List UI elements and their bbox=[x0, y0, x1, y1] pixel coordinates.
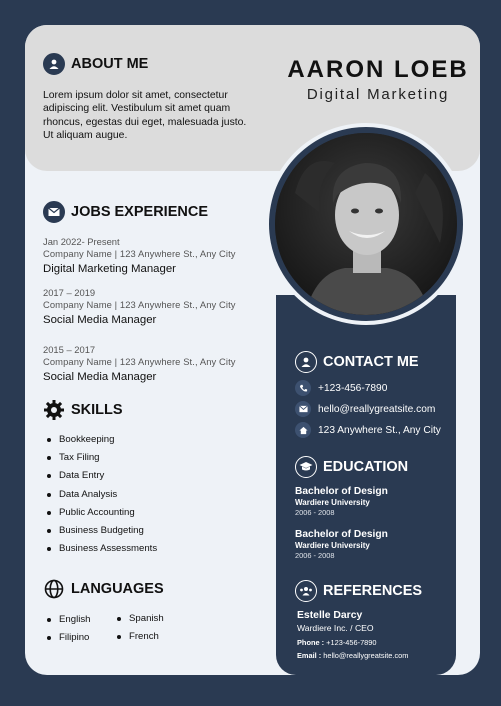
reference-phone: +123-456-7890 bbox=[326, 638, 377, 647]
list-item: Data Entry bbox=[44, 470, 157, 488]
reference-email-row: Email : hello@reallygreatsite.com bbox=[297, 651, 408, 660]
education-degree: Bachelor of Design bbox=[295, 529, 388, 540]
job-date: 2017 – 2019 bbox=[43, 287, 96, 298]
languages-list-right: Spanish French bbox=[114, 613, 164, 649]
education-heading: EDUCATION bbox=[295, 456, 408, 478]
languages-heading-label: LANGUAGES bbox=[71, 581, 164, 597]
about-heading: ABOUT ME bbox=[43, 53, 148, 75]
job-date: 2015 – 2017 bbox=[43, 344, 96, 355]
user-icon bbox=[295, 351, 317, 373]
job-title: Digital Marketing Manager bbox=[43, 263, 176, 275]
list-item: Business Assessments bbox=[44, 543, 157, 561]
job-company: Company Name | 123 Anywhere St., Any Cit… bbox=[43, 356, 236, 367]
reference-name: Estelle Darcy bbox=[297, 610, 363, 621]
education-entry: Bachelor of Design Wardiere University 2… bbox=[295, 486, 388, 517]
about-heading-label: ABOUT ME bbox=[71, 56, 149, 72]
education-years: 2006 - 2008 bbox=[295, 551, 335, 560]
contact-email-text[interactable]: hello@reallygreatsite.com bbox=[318, 404, 435, 415]
reference-org: Wardiere Inc. / CEO bbox=[297, 623, 374, 633]
mail-icon bbox=[295, 401, 311, 417]
list-item: French bbox=[114, 631, 164, 649]
education-school: Wardiere University bbox=[295, 498, 370, 507]
list-item: Data Analysis bbox=[44, 489, 157, 507]
skills-list: Bookkeeping Tax Filing Data Entry Data A… bbox=[44, 434, 157, 561]
skills-heading: SKILLS bbox=[43, 399, 123, 421]
job-entry: 2017 – 2019 Company Name | 123 Anywhere … bbox=[43, 287, 263, 326]
user-icon bbox=[43, 53, 65, 75]
jobs-heading-label: JOBS EXPERIENCE bbox=[71, 204, 208, 220]
contact-phone: +123-456-7890 bbox=[295, 380, 387, 396]
list-item: Business Budgeting bbox=[44, 525, 157, 543]
profile-photo bbox=[275, 133, 457, 315]
jobs-heading: JOBS EXPERIENCE bbox=[43, 201, 208, 223]
reference-email[interactable]: hello@reallygreatsite.com bbox=[323, 651, 408, 660]
home-icon bbox=[295, 422, 311, 438]
job-entry: Jan 2022- Present Company Name | 123 Any… bbox=[43, 236, 263, 275]
job-company: Company Name | 123 Anywhere St., Any Cit… bbox=[43, 248, 236, 259]
list-item: English bbox=[44, 614, 90, 632]
job-title: Social Media Manager bbox=[43, 371, 157, 383]
mail-icon bbox=[43, 201, 65, 223]
education-degree: Bachelor of Design bbox=[295, 486, 388, 497]
group-icon bbox=[295, 580, 317, 602]
resume-card: AARON LOEB Digital Marketing ABOUT ME Lo… bbox=[25, 25, 480, 675]
skills-heading-label: SKILLS bbox=[71, 402, 123, 418]
job-entry: 2015 – 2017 Company Name | 123 Anywhere … bbox=[43, 344, 263, 383]
graduation-cap-icon bbox=[295, 456, 317, 478]
list-item: Tax Filing bbox=[44, 452, 157, 470]
references-heading: REFERENCES bbox=[295, 580, 422, 602]
contact-email: hello@reallygreatsite.com bbox=[295, 401, 435, 417]
contact-address: 123 Anywhere St., Any City bbox=[295, 422, 441, 438]
education-years: 2006 - 2008 bbox=[295, 508, 335, 517]
list-item: Bookkeeping bbox=[44, 434, 157, 452]
reference-entry: Estelle Darcy Wardiere Inc. / CEO Phone … bbox=[297, 610, 408, 660]
contact-heading: CONTACT ME bbox=[295, 351, 419, 373]
candidate-name: AARON LOEB bbox=[287, 56, 469, 83]
job-company: Company Name | 123 Anywhere St., Any Cit… bbox=[43, 299, 236, 310]
education-entry: Bachelor of Design Wardiere University 2… bbox=[295, 529, 388, 560]
contact-address-text: 123 Anywhere St., Any City bbox=[318, 424, 441, 436]
about-text: Lorem ipsum dolor sit amet, consectetur … bbox=[43, 90, 247, 142]
gear-icon bbox=[43, 399, 65, 421]
list-item: Spanish bbox=[114, 613, 164, 631]
job-date: Jan 2022- Present bbox=[43, 236, 120, 247]
candidate-role: Digital Marketing bbox=[306, 86, 450, 103]
education-heading-label: EDUCATION bbox=[323, 459, 409, 475]
globe-icon bbox=[43, 578, 65, 600]
references-heading-label: REFERENCES bbox=[323, 583, 423, 599]
list-item: Filipino bbox=[44, 632, 90, 650]
list-item: Public Accounting bbox=[44, 507, 157, 525]
phone-icon bbox=[295, 380, 311, 396]
job-title: Social Media Manager bbox=[43, 314, 157, 326]
contact-phone-text: +123-456-7890 bbox=[318, 382, 388, 394]
reference-phone-row: Phone : +123-456-7890 bbox=[297, 638, 408, 647]
languages-list-left: English Filipino bbox=[44, 614, 90, 650]
languages-heading: LANGUAGES bbox=[43, 578, 164, 600]
education-school: Wardiere University bbox=[295, 541, 370, 550]
reference-email-label: Email : bbox=[297, 651, 322, 660]
reference-phone-label: Phone : bbox=[297, 638, 325, 647]
contact-heading-label: CONTACT ME bbox=[323, 354, 419, 370]
